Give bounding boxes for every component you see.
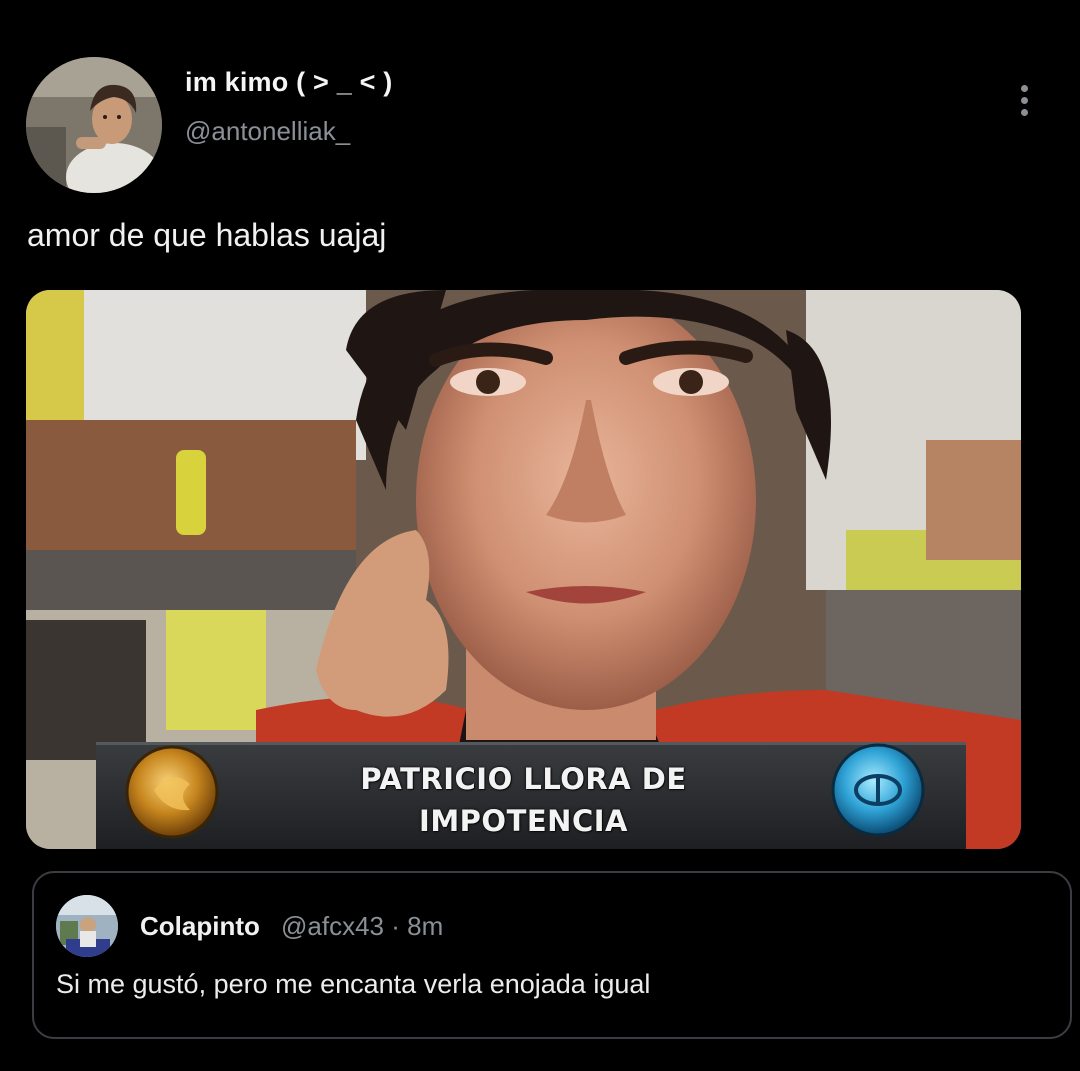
quoted-author-meta: @afcx43 · 8m: [281, 911, 444, 941]
menu-dot: [1020, 96, 1028, 104]
author-avatar[interactable]: [26, 57, 162, 193]
author-handle[interactable]: @antonelliak_: [185, 116, 350, 147]
quoted-tweet-text: Si me gustó, pero me encanta verla enoja…: [56, 969, 651, 999]
quoted-author-display-name[interactable]: Colapinto: [140, 911, 260, 942]
more-vertical-icon[interactable]: [1006, 80, 1042, 120]
menu-dot: [1020, 84, 1028, 92]
quoted-author-avatar[interactable]: [56, 895, 118, 957]
tweet-media-image[interactable]: PATRICIO LLORA DE IMPOTENCIA: [26, 290, 1021, 849]
tweet-text: amor de que hablas uajaj: [27, 217, 387, 253]
quoted-tweet-card[interactable]: Colapinto @afcx43 · 8m Si me gustó, pero…: [32, 871, 1072, 1039]
author-display-name[interactable]: im kimo ( > _ < ): [185, 67, 392, 98]
media-caption-line-1: PATRICIO LLORA DE: [360, 762, 687, 796]
tweet: im kimo ( > _ < ) @antonelliak_ amor de …: [0, 0, 1080, 1071]
media-caption-line-2: IMPOTENCIA: [419, 804, 628, 838]
menu-dot: [1020, 108, 1028, 116]
